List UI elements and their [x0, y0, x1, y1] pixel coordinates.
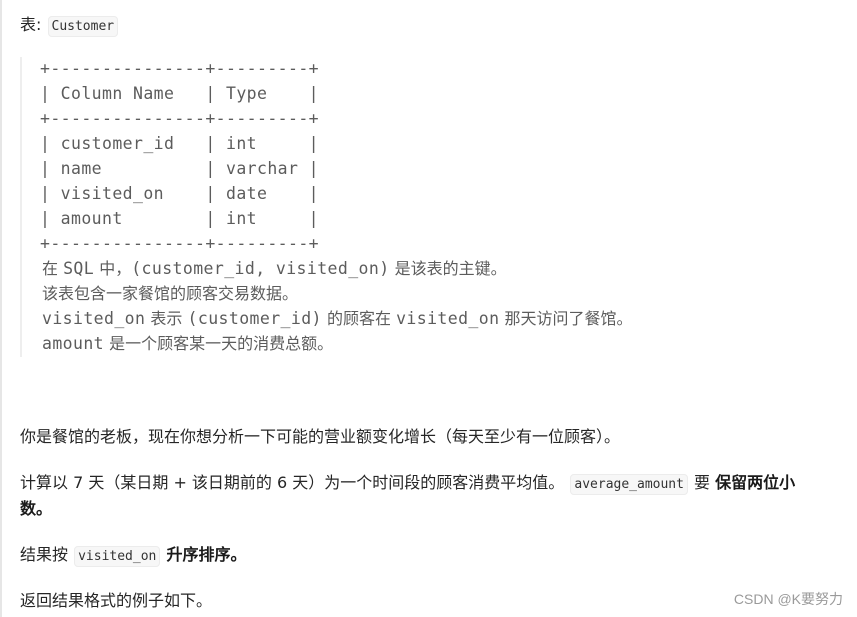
- paragraph-text: 要: [688, 473, 716, 492]
- note-text: 的顾客在: [321, 309, 397, 328]
- schema-table: +---------------+---------+ | Column Nam…: [40, 56, 319, 256]
- note-text: 表示: [145, 309, 188, 328]
- paragraph-calculation-cont: 数。: [20, 497, 52, 521]
- note-mono: visited_on: [42, 309, 146, 328]
- note-mono: (customer_id): [187, 309, 322, 328]
- table-name-code: Customer: [47, 16, 119, 37]
- bold-emphasis: 数。: [20, 499, 53, 518]
- schema-row: | visited_on | date |: [40, 184, 320, 203]
- paragraph-text: 结果按: [20, 545, 74, 564]
- schema-border-top: +---------------+---------+: [40, 59, 320, 78]
- schema-row: | customer_id | int |: [40, 134, 320, 153]
- note-visited-on: visited_on 表示 (customer_id) 的顾客在 visited…: [42, 306, 633, 331]
- paragraph-example-intro: 返回结果格式的例子如下。: [20, 591, 213, 610]
- paragraph-ordering: 结果按 visited_on 升序排序。: [20, 543, 246, 569]
- note-mono: (customer_id, visited_on): [131, 259, 390, 278]
- schema-row: | name | varchar |: [40, 159, 320, 178]
- paragraph-calculation: 计算以 7 天（某日期 + 该日期前的 6 天）为一个时间段的顾客消费平均值。 …: [20, 471, 795, 497]
- schema-border-bottom: +---------------+---------+: [40, 234, 320, 253]
- note-primary-key: 在 SQL 中，(customer_id, visited_on) 是该表的主键…: [42, 256, 507, 281]
- schema-row: | amount | int |: [40, 209, 320, 228]
- bold-emphasis: 保留两位小: [715, 473, 796, 492]
- table-label: 表:: [20, 15, 42, 34]
- note-text: 是该表的主键。: [389, 259, 507, 278]
- note-table-content: 该表包含一家餐馆的顾客交易数据。: [42, 284, 299, 303]
- note-amount: amount 是一个顾客某一天的消费总额。: [42, 331, 333, 356]
- page-left-border: [0, 0, 2, 617]
- table-title: 表: Customer: [20, 13, 119, 39]
- note-text: 那天访问了餐馆。: [499, 309, 633, 328]
- note-mono: amount: [42, 334, 105, 353]
- visited-on-code: visited_on: [74, 546, 161, 567]
- note-text: 是一个顾客某一天的消费总额。: [104, 334, 334, 353]
- note-mono: SQL: [63, 259, 95, 278]
- average-amount-code: average_amount: [570, 474, 688, 495]
- schema-header-row: | Column Name | Type |: [40, 84, 320, 103]
- note-text: 中，: [94, 259, 132, 278]
- paragraph-intro: 你是餐馆的老板，现在你想分析一下可能的营业额变化增长（每天至少有一位顾客）。: [20, 427, 621, 446]
- bold-emphasis: 升序排序。: [166, 545, 247, 564]
- note-text: 在: [42, 259, 64, 278]
- note-mono: visited_on: [396, 309, 500, 328]
- schema-border-mid: +---------------+---------+: [40, 109, 320, 128]
- csdn-watermark: CSDN @K要努力: [733, 591, 843, 607]
- paragraph-text: 计算以 7 天（某日期 + 该日期前的 6 天）为一个时间段的顾客消费平均值。: [20, 473, 565, 492]
